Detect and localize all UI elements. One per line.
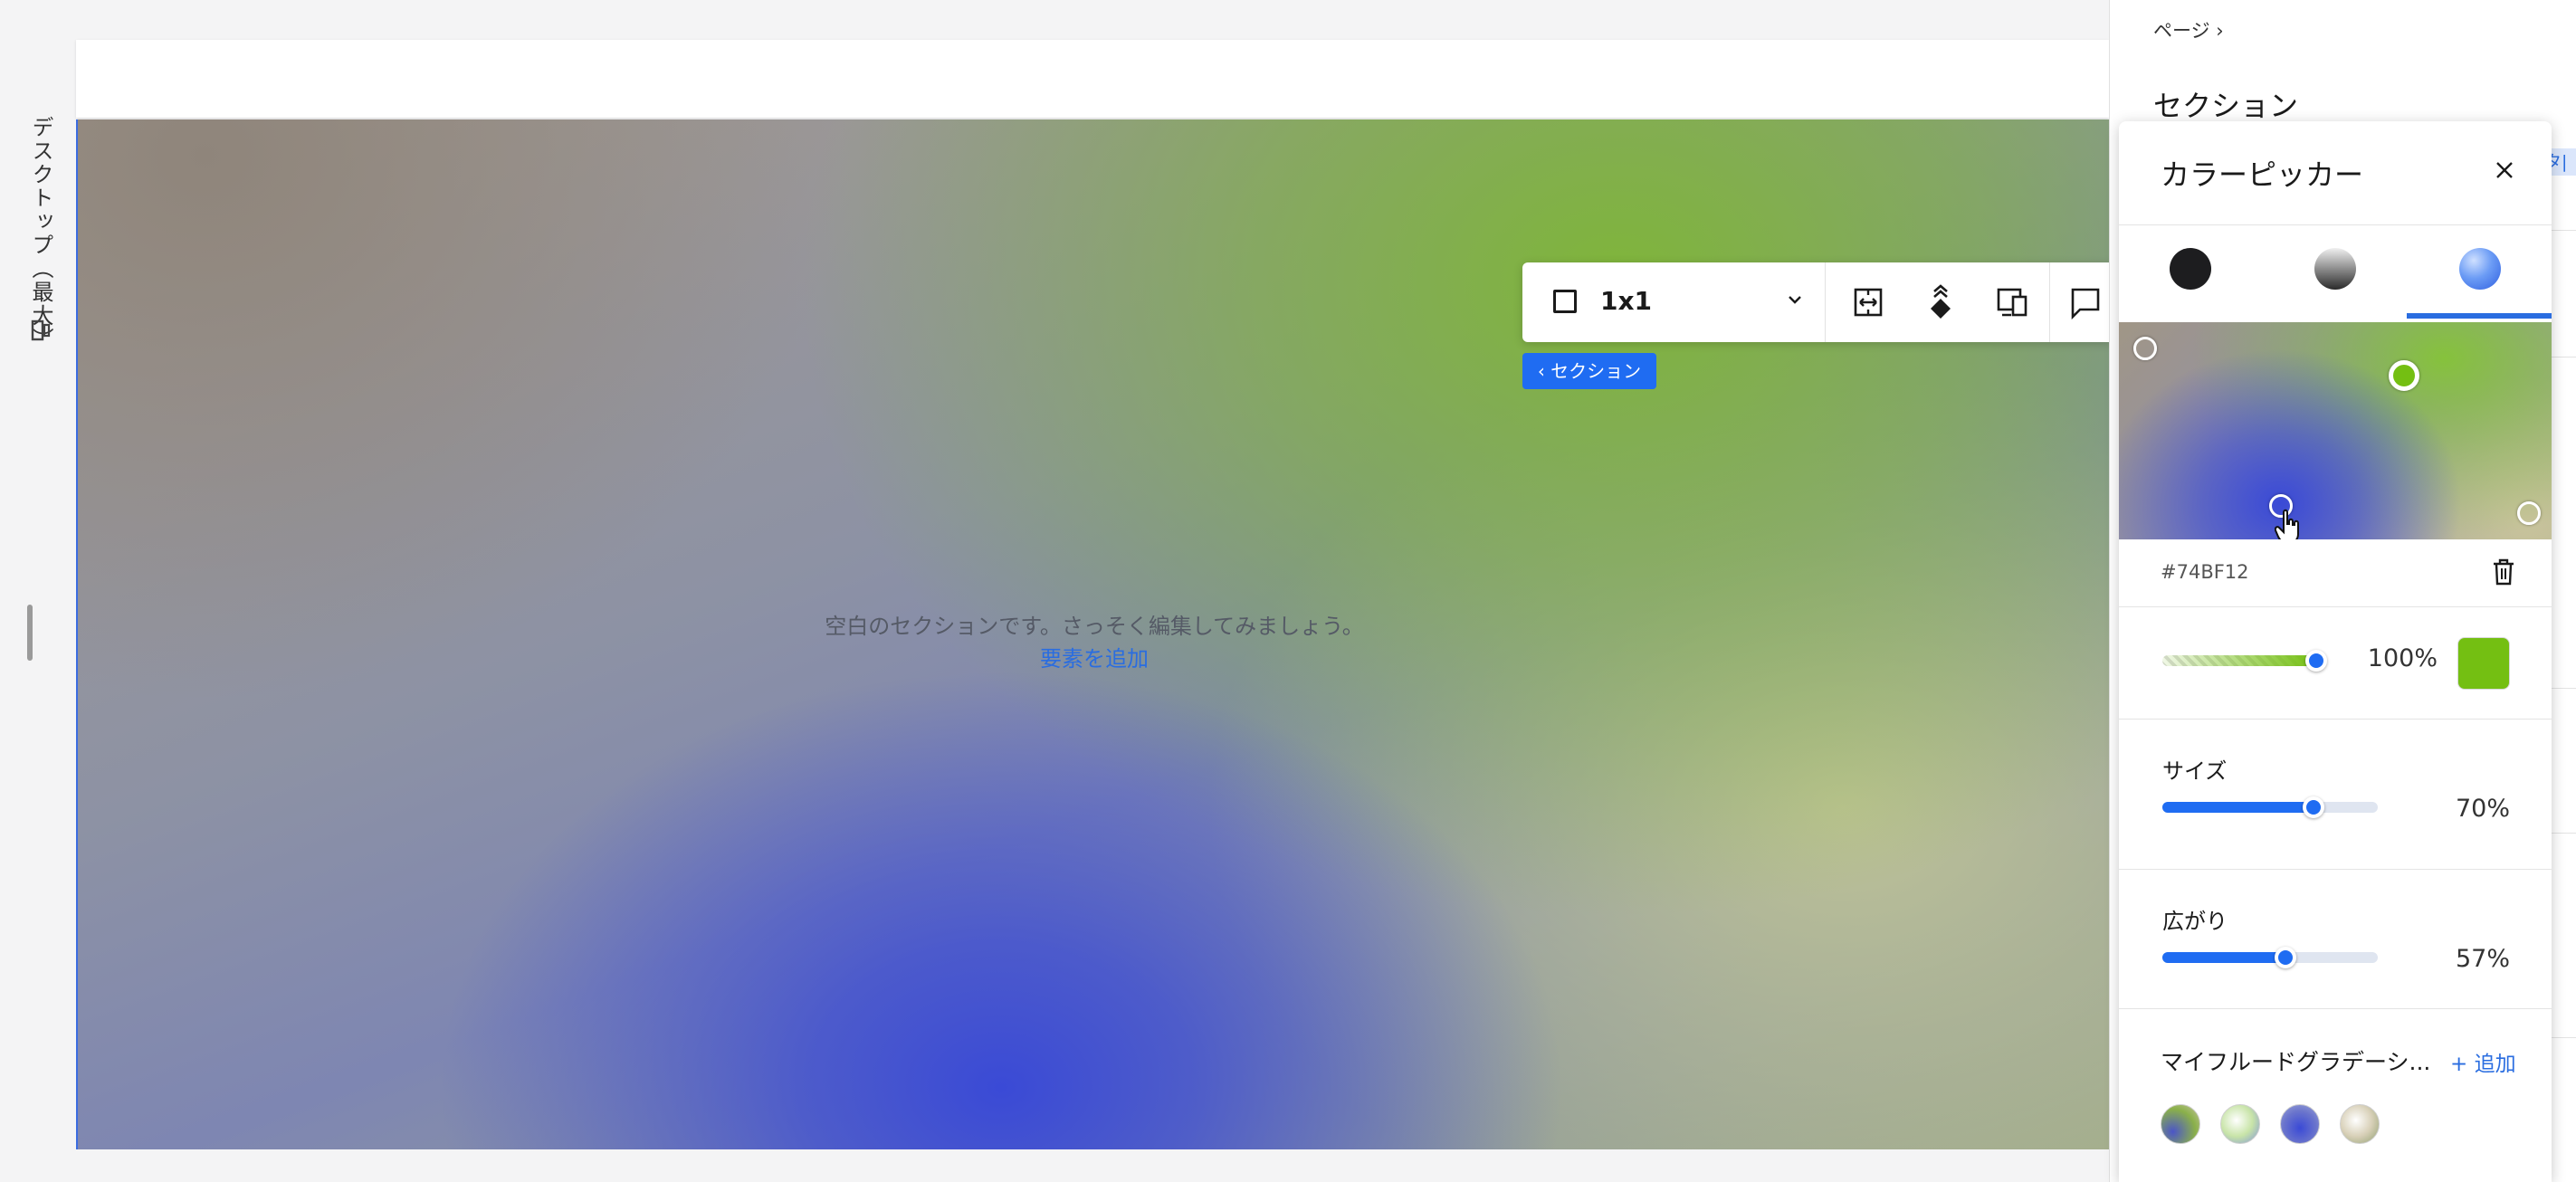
hex-value[interactable]: #74BF12: [2161, 561, 2249, 583]
divider: [2119, 606, 2552, 607]
device-label: デスクトップ（最大）: [28, 116, 53, 351]
spread-slider[interactable]: [2162, 952, 2378, 963]
size-value: 70%: [2455, 795, 2510, 823]
fluid-gradient-tab[interactable]: [2459, 248, 2501, 290]
spread-knob[interactable]: [2274, 947, 2296, 968]
color-swatch[interactable]: [2457, 637, 2510, 690]
hand-cursor-icon: [2275, 509, 2299, 539]
section-tag[interactable]: ‹ セクション: [1522, 353, 1656, 389]
gradient-point-handle[interactable]: [2133, 337, 2157, 360]
trash-icon[interactable]: [2490, 558, 2517, 586]
opacity-slider[interactable]: [2162, 655, 2316, 666]
add-element-link[interactable]: 要素を追加: [78, 641, 2111, 672]
desktop-device-icon[interactable]: [31, 319, 51, 342]
responsive-icon[interactable]: [1993, 282, 2033, 322]
toolbar-divider: [2049, 262, 2050, 342]
panel-title: セクション: [2153, 89, 2299, 123]
close-icon[interactable]: [2490, 156, 2519, 185]
active-tab-indicator: [2407, 313, 2552, 319]
stretch-icon[interactable]: [1848, 282, 1888, 322]
spread-label: 広がり: [2162, 909, 2228, 934]
layout-ratio: 1x1: [1600, 286, 1653, 316]
left-rail: デスクトップ（最大）: [0, 0, 76, 1182]
saved-gradient-swatch[interactable]: [2161, 1104, 2200, 1144]
my-fluid-gradients-title: マイフルードグラデーシ...: [2161, 1049, 2431, 1075]
spread-value: 57%: [2455, 945, 2510, 973]
divider: [2119, 1008, 2552, 1009]
opacity-value[interactable]: 100%: [2365, 644, 2438, 672]
header-strip[interactable]: [76, 40, 2109, 118]
divider: [2119, 719, 2552, 720]
section-toolbar: 1x1: [1522, 262, 2111, 342]
opacity-knob[interactable]: [2305, 650, 2327, 672]
layout-dropdown[interactable]: 1x1: [1522, 262, 1826, 342]
square-icon: [1553, 290, 1577, 313]
size-slider[interactable]: [2162, 802, 2378, 813]
size-label: サイズ: [2162, 758, 2228, 784]
breadcrumb[interactable]: ページ ›: [2153, 16, 2224, 43]
color-picker-popover: カラーピッカー #74BF12 100% サイズ 70% 広がり 57% マイフ…: [2119, 121, 2552, 1182]
comment-icon[interactable]: [2066, 282, 2105, 322]
fluid-gradient-editor[interactable]: [2119, 322, 2552, 539]
linear-gradient-tab[interactable]: [2314, 248, 2356, 290]
divider: [2119, 224, 2552, 225]
saved-gradient-swatch[interactable]: [2280, 1104, 2320, 1144]
selected-gradient-point[interactable]: [2389, 360, 2419, 391]
color-picker-title: カラーピッカー: [2161, 157, 2364, 192]
solid-color-tab[interactable]: [2170, 248, 2211, 290]
saved-gradient-swatch[interactable]: [2340, 1104, 2380, 1144]
add-gradient-button[interactable]: + 追加: [2450, 1046, 2516, 1077]
gradient-point-handle[interactable]: [2517, 501, 2541, 525]
size-knob[interactable]: [2302, 796, 2324, 818]
resize-handle[interactable]: [27, 605, 33, 661]
saved-gradient-swatch[interactable]: [2220, 1104, 2260, 1144]
chevron-down-icon: [1789, 296, 1801, 304]
empty-section-message: 空白のセクションです。さっそく編集してみましょう。: [825, 614, 1364, 639]
divider: [2119, 869, 2552, 870]
arrange-icon[interactable]: [1921, 282, 1961, 322]
